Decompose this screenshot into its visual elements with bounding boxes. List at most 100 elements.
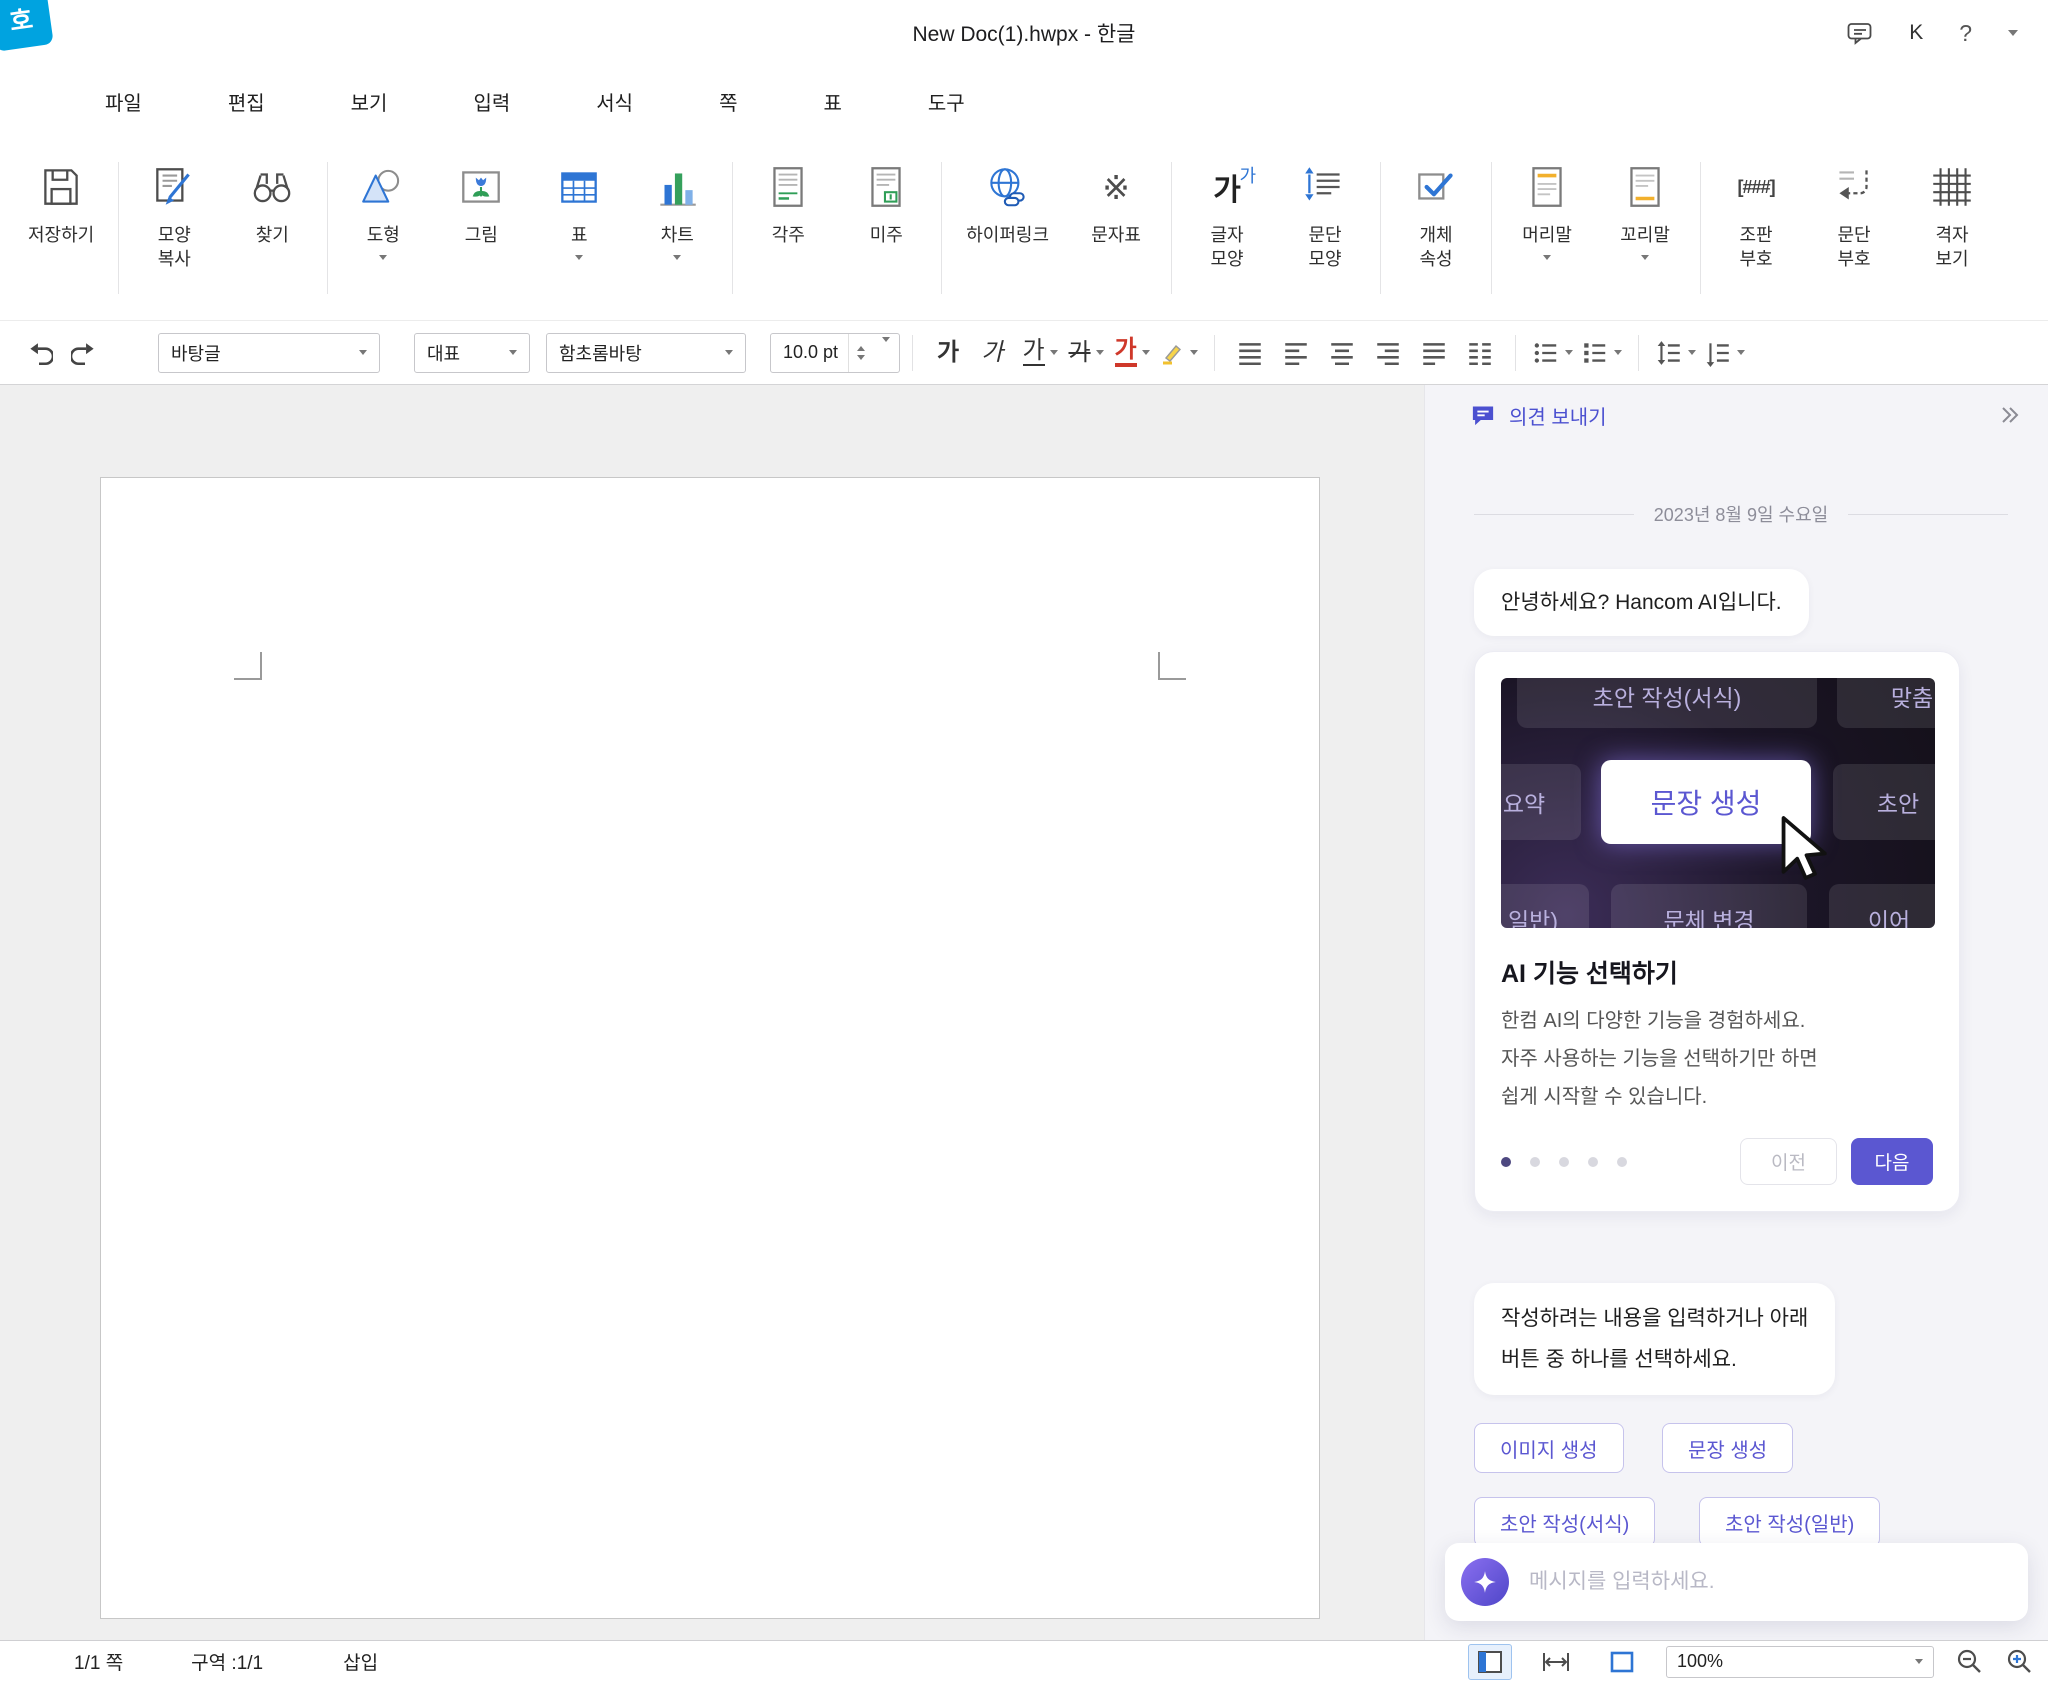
ribbon-charmap-button[interactable]: ※ 문자표 [1067,136,1165,320]
menu-input[interactable]: 입력 [430,87,553,116]
zoom-out-button[interactable] [1956,1648,1984,1676]
font-size-spin-icons[interactable] [848,334,873,372]
align-distribute-button[interactable] [1411,331,1457,375]
align-divide-button[interactable] [1457,331,1503,375]
ribbon-format-copy-button[interactable]: 모양 복사 [125,136,223,320]
line-spacing-button[interactable] [1651,331,1700,375]
font-size-stepper[interactable]: 10.0 pt [770,333,900,373]
control-marks-icon: [###] [1725,156,1787,218]
chip-sentence-generation[interactable]: 문장 생성 [1662,1423,1793,1473]
ribbon-save-button[interactable]: 저장하기 [10,136,112,320]
menu-table[interactable]: 표 [780,87,884,116]
ribbon-label: 머리말 [1522,223,1572,247]
font-combo[interactable]: 함초롬바탕 [546,333,746,373]
line-spacing-alt-button[interactable] [1700,331,1749,375]
comment-icon[interactable] [1846,21,1873,46]
dropdown-icon [1614,350,1622,355]
feedback-button[interactable]: 의견 보내기 [1469,401,1607,430]
zoom-in-button[interactable] [2006,1648,2034,1676]
font-size-dropdown[interactable] [873,342,899,363]
dropdown-icon [379,255,387,260]
ribbon-picture-button[interactable]: 그림 [432,136,530,320]
dropdown-icon [575,255,583,260]
message-input[interactable] [1527,1569,2012,1595]
ribbon-find-button[interactable]: 찾기 [223,136,321,320]
undo-button[interactable] [16,331,62,375]
chip-draft-formatted[interactable]: 초안 작성(서식) [1474,1497,1655,1547]
redo-button[interactable] [62,331,108,375]
menu-page[interactable]: 쪽 [676,87,780,116]
ai-intro-card: 초안 작성(서식) 맞춤 요약 문장 생성 초안 일반) 문체 변경 이어 AI… [1474,651,1960,1212]
chip-draft-general[interactable]: 초안 작성(일반) [1699,1497,1880,1547]
document-page[interactable] [100,477,1320,1619]
ai-sparkle-icon [1461,1558,1509,1606]
ribbon-footnote-button[interactable]: 각주 [739,136,837,320]
ribbon-control-marks-button[interactable]: [###] 조판 부호 [1707,136,1805,320]
ribbon-paragraph-marks-button[interactable]: 문단 부호 [1805,136,1903,320]
chip-image-generation[interactable]: 이미지 생성 [1474,1423,1624,1473]
picture-icon [450,156,512,218]
carousel-dot-3[interactable] [1559,1157,1569,1167]
menu-view[interactable]: 보기 [308,87,431,116]
prev-button[interactable]: 이전 [1740,1138,1837,1185]
ribbon-group-separator [327,162,328,294]
ribbon-para-shape-button[interactable]: 문단 모양 [1276,136,1374,320]
ribbon-endnote-button[interactable]: 미주 [837,136,935,320]
next-button[interactable]: 다음 [1851,1138,1933,1185]
ribbon-char-shape-button[interactable]: 가 가 글자 모양 [1178,136,1276,320]
menu-tools[interactable]: 도구 [885,87,1008,116]
align-justify-button[interactable] [1227,331,1273,375]
titlebar-more-icon[interactable] [2008,30,2018,36]
italic-button[interactable]: 가 [971,331,1017,375]
carousel-dots [1501,1157,1627,1167]
align-center-button[interactable] [1319,331,1365,375]
ribbon-shapes-button[interactable]: 도형 [334,136,432,320]
ribbon-table-button[interactable]: 표 [530,136,628,320]
help-button[interactable]: ? [1959,20,1972,47]
view-fit-page-button[interactable] [1600,1644,1644,1680]
font-size-value: 10.0 pt [783,342,838,363]
highlight-button[interactable] [1155,331,1202,375]
insert-mode-indicator[interactable]: 삽입 [343,1648,378,1675]
carousel-dot-5[interactable] [1617,1157,1627,1167]
underline-glyph: 가 [1023,339,1045,366]
chart-icon [646,156,708,218]
ribbon-object-properties-button[interactable]: 개체 속성 [1387,136,1485,320]
carousel-dot-2[interactable] [1530,1157,1540,1167]
ribbon-grid-view-button[interactable]: 격자 보기 [1903,136,2001,320]
ribbon-label: 문자표 [1091,223,1141,247]
align-left-button[interactable] [1273,331,1319,375]
strikethrough-button[interactable]: 가 [1063,331,1109,375]
window-title: New Doc(1).hwpx - 한글 [912,18,1135,48]
style-combo[interactable]: 바탕글 [158,333,380,373]
char-shape-glyph-small: 가 [1240,162,1257,188]
ribbon-footer-button[interactable]: 꼬리말 [1596,136,1694,320]
carousel-dot-1[interactable] [1501,1157,1511,1167]
strikethrough-glyph: 가 [1069,341,1091,365]
collapse-sidebar-button[interactable] [1998,403,2022,432]
menu-edit[interactable]: 편집 [185,87,308,116]
view-page-layout-button[interactable] [1468,1644,1512,1680]
style-preset-combo[interactable]: 대표 [414,333,530,373]
dropdown-icon [1641,255,1649,260]
dropdown-icon [1543,255,1551,260]
ribbon-hyperlink-button[interactable]: 하이퍼링크 [948,136,1067,320]
bullet-list-button[interactable] [1528,331,1577,375]
view-fit-width-button[interactable] [1534,1644,1578,1680]
dropdown-icon [673,255,681,260]
zoom-combo[interactable]: 100% [1666,1646,1934,1678]
ribbon-header-button[interactable]: 머리말 [1498,136,1596,320]
font-color-button[interactable]: 가 [1109,331,1155,375]
align-right-button[interactable] [1365,331,1411,375]
menu-format[interactable]: 서식 [553,87,676,116]
content-area: 의견 보내기 2023년 8월 9일 수요일 안녕하세요? Hancom AI입… [0,385,2048,1640]
underline-button[interactable]: 가 [1017,331,1063,375]
menu-file[interactable]: 파일 [62,87,185,116]
numbered-list-button[interactable] [1577,331,1626,375]
bold-button[interactable]: 가 [925,331,971,375]
carousel-dot-4[interactable] [1588,1157,1598,1167]
ribbon-chart-button[interactable]: 차트 [628,136,726,320]
ribbon-label: 문단 부호 [1838,223,1871,271]
ribbon: 저장하기 모양 복사 찾기 도형 그림 [0,136,2048,321]
user-account-button[interactable]: K [1909,21,1923,45]
